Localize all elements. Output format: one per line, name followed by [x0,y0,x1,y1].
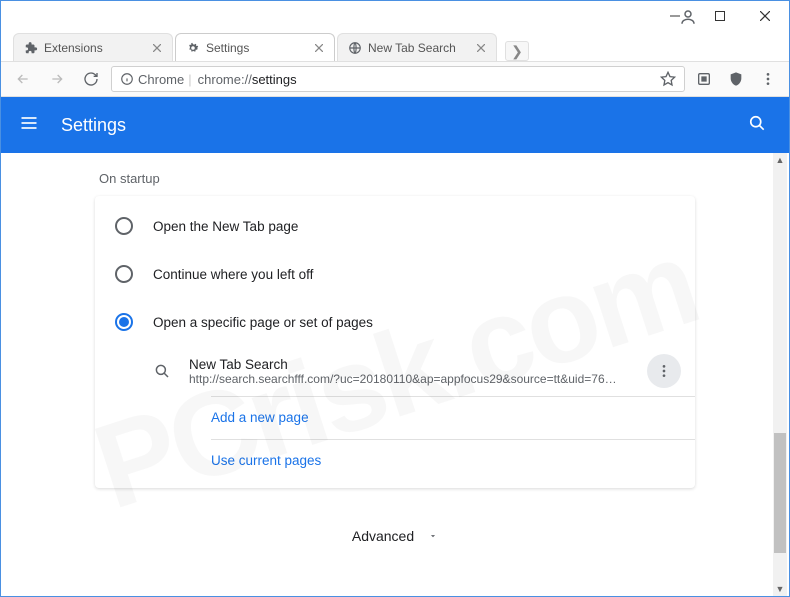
search-icon[interactable] [747,113,771,137]
scrollbar[interactable]: ▲ ▼ [773,153,787,596]
tab-settings[interactable]: Settings [175,33,335,61]
option-label: Open the New Tab page [153,219,298,234]
url-path: settings [252,72,297,87]
startup-card: Open the New Tab page Continue where you… [95,196,695,488]
shield-icon[interactable] [723,66,749,92]
option-label: Continue where you left off [153,267,313,282]
option-label: Open a specific page or set of pages [153,315,373,330]
startup-pages: New Tab Search http://search.searchfff.c… [95,346,695,482]
tab-strip: Extensions Settings New Tab Search ❯ [1,31,789,61]
tab-new-tab-search[interactable]: New Tab Search [337,33,497,61]
site-info-icon[interactable]: Chrome | [120,72,192,87]
radio-icon[interactable] [115,313,133,331]
scrollbar-thumb[interactable] [774,433,786,553]
advanced-label: Advanced [352,528,414,544]
tab-label: New Tab Search [368,41,470,55]
tab-close-icon[interactable] [312,41,326,55]
option-open-new-tab[interactable]: Open the New Tab page [95,202,695,250]
settings-header: Settings [1,97,789,153]
close-button[interactable] [742,2,787,30]
startup-page-row: New Tab Search http://search.searchfff.c… [153,346,695,396]
search-icon [153,362,171,380]
add-page-link[interactable]: Add a new page [211,410,309,425]
chevron-down-icon [428,531,438,541]
tab-extensions[interactable]: Extensions [13,33,173,61]
puzzle-icon [24,41,38,55]
back-button[interactable] [9,65,37,93]
gear-icon [186,41,200,55]
window-titlebar [1,1,789,31]
maximize-button[interactable] [697,2,742,30]
extension-icon[interactable] [691,66,717,92]
new-tab-button[interactable]: ❯ [505,41,529,61]
page-title: Settings [61,115,747,136]
option-continue[interactable]: Continue where you left off [95,250,695,298]
bookmark-star-icon[interactable] [660,71,676,87]
hamburger-icon[interactable] [19,113,43,137]
scroll-up-icon[interactable]: ▲ [773,153,787,167]
forward-button[interactable] [43,65,71,93]
page-url: http://search.searchfff.com/?uc=20180110… [189,372,619,386]
tab-close-icon[interactable] [150,41,164,55]
radio-icon[interactable] [115,217,133,235]
radio-icon[interactable] [115,265,133,283]
globe-icon [348,41,362,55]
tab-label: Settings [206,41,308,55]
omnibox[interactable]: Chrome | chrome://settings [111,66,685,92]
profile-icon[interactable] [679,8,697,26]
address-bar: Chrome | chrome://settings [1,61,789,97]
tab-close-icon[interactable] [474,41,488,55]
scroll-down-icon[interactable]: ▼ [773,582,787,596]
more-actions-button[interactable] [647,354,681,388]
tab-label: Extensions [44,41,146,55]
url-scheme: chrome:// [198,72,252,87]
advanced-toggle[interactable]: Advanced [352,528,438,544]
menu-icon[interactable] [755,66,781,92]
secure-label: Chrome [138,72,184,87]
use-current-pages-link[interactable]: Use current pages [211,453,321,468]
section-label: On startup [95,171,695,186]
reload-button[interactable] [77,65,105,93]
page-title: New Tab Search [189,357,647,372]
option-specific-pages[interactable]: Open a specific page or set of pages [95,298,695,346]
content-area: PCrisk.com On startup Open the New Tab p… [1,153,789,596]
